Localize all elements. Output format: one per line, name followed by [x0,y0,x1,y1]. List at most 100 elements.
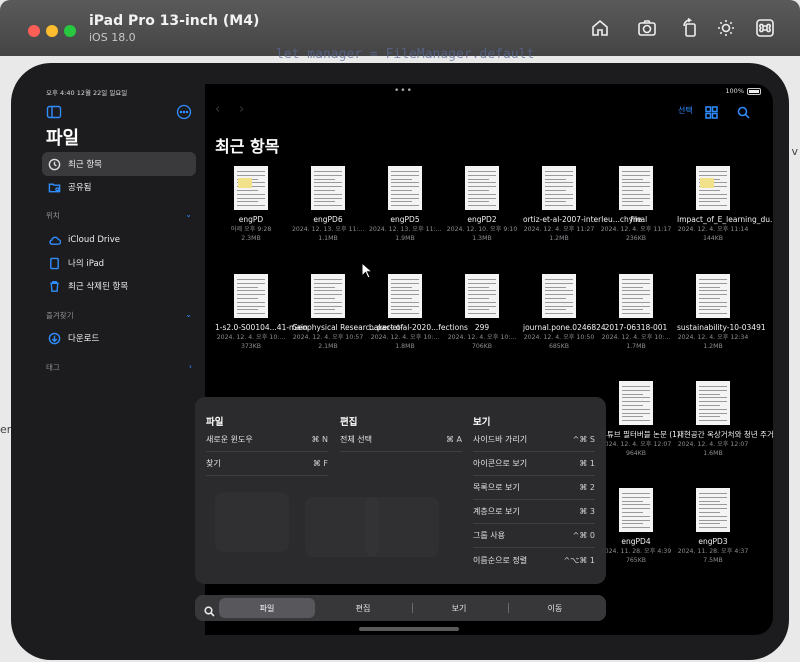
file-date: 2024. 12. 4. 오후 10:50 [523,334,595,341]
menu-item-view-as-icons[interactable]: 아이콘으로 보기 ⌘ 1 [473,452,595,476]
file-date: 2024. 12. 4. 오후 11:27 [523,226,595,233]
sidebar-section-locations[interactable]: 위치 ⌄ [46,210,192,221]
minimize-window-button[interactable] [46,25,58,37]
ipad-icon [50,257,59,269]
file-item[interactable]: ortiz-et-al-2007-interleu...chymal 2024. … [523,166,648,243]
file-item[interactable]: baker-et-al-2020...fections 2024. 12. 4. … [369,274,468,351]
close-window-button[interactable] [28,25,40,37]
menu-item-shortcut: ⌘ 3 [579,507,595,516]
menu-item-shortcut: ^⌘ S [572,435,595,444]
brightness-icon[interactable] [714,16,738,40]
sidebar-toggle-icon[interactable] [46,104,62,120]
tab-file[interactable]: 파일 [219,598,315,618]
file-item[interactable]: file 2024. 12. 4. 오후 11:17 236KB [600,166,672,243]
background-code-text: let manager = FileManager.default [276,47,535,62]
menu-heading-edit: 편집 [340,417,358,428]
sidebar-item-recents[interactable]: 최근 항목 [42,152,196,176]
chevron-right-icon[interactable]: › [189,362,192,373]
document-thumbnail [388,166,422,210]
section-label: 즐겨찾기 [46,311,74,320]
menu-item-label: 찾기 [206,459,221,468]
menu-item-shortcut: ⌘ F [312,459,328,468]
sidebar-section-tags[interactable]: 태그 › [46,362,192,373]
menu-item-sort-by-name[interactable]: 이름순으로 정렬 ^⌥⌘ 1 [473,548,595,572]
file-item[interactable]: engPD 어제 오후 9:28 2.3MB [215,166,287,243]
section-label: 위치 [46,211,60,220]
sidebar-item-icloud-drive[interactable]: iCloud Drive [42,228,196,252]
back-arrow-icon[interactable]: ‹ [215,102,220,117]
file-size: 1.6MB [703,450,723,457]
file-size: 685KB [548,343,570,350]
file-date: 2024. 12. 13. 오후 11:... [292,226,365,233]
menu-item-shortcut: ⌘ A [445,435,462,444]
document-thumbnail [619,274,653,318]
file-name: Impact_of_E_learning_du...19_Pan [677,215,773,224]
file-name: ortiz-et-al-2007-interleu...chymal [523,215,648,224]
tab-view[interactable]: 보기 [411,598,507,618]
select-button[interactable]: 선택 [678,105,693,116]
file-item[interactable]: 유튜브 필터버블 논문 (1) 2024. 12. 4. 오후 12:07 964K… [600,381,680,458]
document-thumbnail [696,381,730,425]
chevron-down-icon[interactable]: ⌄ [185,310,192,321]
more-options-icon[interactable] [176,104,192,120]
file-name: 2017-06318-001 [604,323,668,332]
file-item[interactable]: engPD5 2024. 12. 13. 오후 11:... 1.9MB [369,166,442,243]
file-item[interactable]: engPD4 2024. 11. 28. 오후 4:39 765KB [600,488,672,565]
document-thumbnail [465,166,499,210]
chevron-down-icon[interactable]: ⌄ [185,210,192,221]
sidebar-item-recently-deleted[interactable]: 최근 삭제된 항목 [42,274,196,298]
home-icon[interactable] [588,16,612,40]
file-item[interactable]: 2017-06318-001 2024. 12. 4. 오후 10:... 1.7M… [600,274,672,351]
file-item[interactable]: Geophysical Researc...pact of 2024. 12. 4… [292,274,403,351]
file-item[interactable]: journal.pone.0246824 2024. 12. 4. 오후 10:5… [523,274,606,351]
menu-item-label: 아이콘으로 보기 [473,459,528,468]
menu-item-use-groups[interactable]: 그룹 사용 ^⌘ 0 [473,524,595,548]
file-item[interactable]: 299 2024. 12. 4. 오후 10:... 706KB [446,274,518,351]
file-size: 144KB [702,235,724,242]
file-item[interactable]: engPD2 2024. 12. 10. 오후 9:10 1.3MB [446,166,518,243]
document-thumbnail [696,166,730,210]
menu-tab-bar: 파일 편집 보기 이동 [195,595,606,621]
tab-edit[interactable]: 편집 [315,598,411,618]
menu-item-find[interactable]: 찾기 ⌘ F [206,452,328,476]
forward-arrow-icon[interactable]: › [239,102,244,117]
file-item[interactable]: engPD6 2024. 12. 13. 오후 11:... 1.1MB [292,166,365,243]
file-size: 1.7MB [626,343,646,350]
file-item[interactable]: sustainability-10-03491 2024. 12. 4. 오후 1… [677,274,766,351]
menu-item-hide-sidebar[interactable]: 사이드바 가리기 ^⌘ S [473,428,595,452]
rotate-icon[interactable] [678,16,702,40]
file-size: 964KB [625,450,647,457]
file-date: 2024. 12. 4. 오후 12:34 [677,334,749,341]
file-item[interactable]: 재현공간 옥상거처와 청년 주거 의미 2024. 12. 4. 오후 12:07… [677,381,773,458]
menu-item-label: 목록으로 보기 [473,483,520,492]
sidebar-section-favorites[interactable]: 즐겨찾기 ⌄ [46,310,192,321]
menu-item-view-as-columns[interactable]: 계층으로 보기 ⌘ 3 [473,500,595,524]
sidebar-item-downloads[interactable]: 다운로드 [42,326,196,350]
menu-item-new-window[interactable]: 새로운 윈도우 ⌘ N [206,428,328,452]
search-icon[interactable] [204,602,215,617]
menu-item-select-all[interactable]: 전체 선택 ⌘ A [340,428,462,452]
file-size: 373KB [240,343,262,350]
file-item[interactable]: 1-s2.0-S00104...41-main 2024. 12. 4. 오후 1… [215,274,308,351]
file-name: engPD4 [621,537,651,546]
sidebar-item-my-ipad[interactable]: 나의 iPad [42,251,196,275]
grid-icon[interactable] [705,104,718,119]
zoom-window-button[interactable] [64,25,76,37]
sidebar-item-shared[interactable]: 공유됨 [42,175,196,199]
home-indicator[interactable] [359,627,459,631]
document-thumbnail [311,166,345,210]
sidebar-item-label: 공유됨 [68,183,92,193]
tab-go[interactable]: 이동 [507,598,603,618]
file-item[interactable]: engPD3 2024. 11. 28. 오후 4:37 7.5MB [677,488,749,565]
file-date: 2024. 12. 4. 오후 10:... [601,334,671,341]
search-icon[interactable] [737,104,750,119]
file-item[interactable]: Impact_of_E_learning_du...19_Pan 2024. 12… [677,166,773,243]
file-name: Geophysical Researc...pact of [292,323,403,332]
file-date: 어제 오후 9:28 [230,226,272,233]
command-icon[interactable] [753,16,777,40]
file-name: baker-et-al-2020...fections [369,323,468,332]
screenshot-icon[interactable] [635,16,659,40]
document-thumbnail [619,166,653,210]
menu-item-view-as-list[interactable]: 목록으로 보기 ⌘ 2 [473,476,595,500]
file-date: 2024. 12. 4. 오후 11:17 [600,226,672,233]
